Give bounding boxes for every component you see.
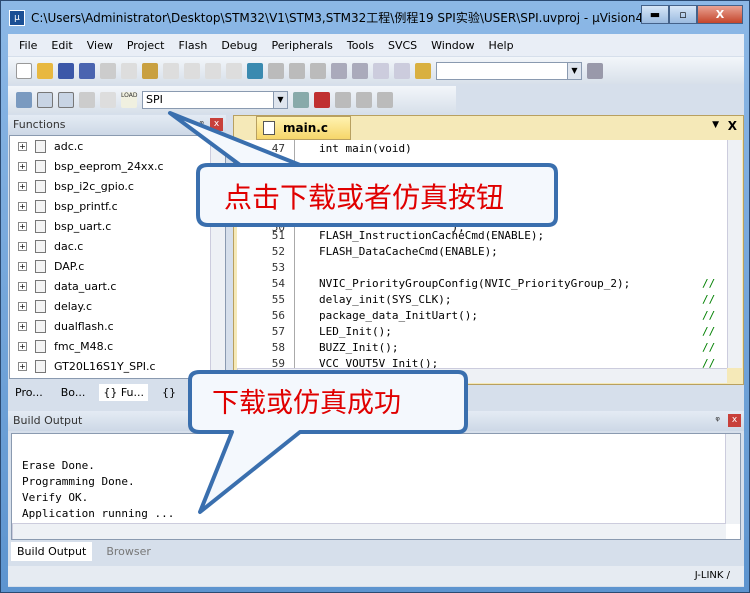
callout-text-success: 下载或仿真成功 xyxy=(212,388,401,419)
callout-overlay xyxy=(168,111,558,514)
callout-text-download: 点击下载或者仿真按钮 xyxy=(224,181,505,214)
